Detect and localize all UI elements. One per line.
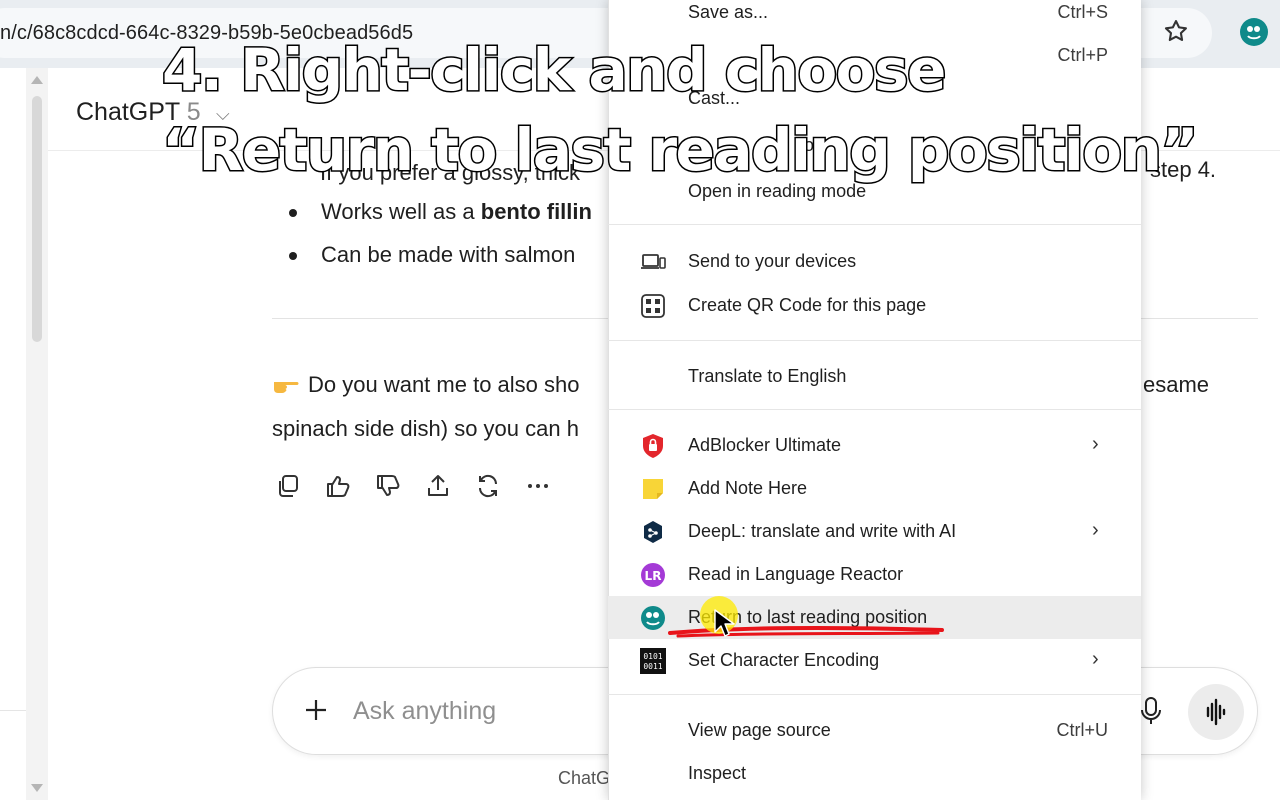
message-input[interactable]: Ask anything: [353, 697, 496, 726]
deepl-icon: [640, 519, 666, 545]
bullet-dot: [289, 209, 297, 217]
menu-item-label: DeepL: translate and write with AI: [688, 521, 957, 541]
pointing-hand-icon: [274, 382, 299, 393]
devices-icon: [640, 249, 666, 275]
menu-item-qr-code[interactable]: Create QR Code for this page: [608, 284, 1141, 327]
thumbs-down-icon[interactable]: [372, 470, 403, 502]
menu-item-label: Open in reading mode: [688, 181, 867, 201]
footer-disclaimer: ChatG: [558, 768, 611, 788]
star-icon[interactable]: [1162, 17, 1190, 45]
menu-item-send-to-devices[interactable]: Send to your devices: [608, 240, 1141, 283]
chevron-right-icon: ›: [1092, 648, 1099, 670]
menu-item-character-encoding[interactable]: 0101 0011 Set Character Encoding ›: [608, 639, 1141, 682]
binary-icon: 0101 0011: [640, 648, 666, 674]
paragraph-text: Do you want me to also sho: [308, 372, 580, 397]
menu-item-label: Set Character Encoding: [688, 650, 880, 670]
sidebar-divider: [0, 710, 26, 711]
extension-icon[interactable]: [1240, 18, 1268, 46]
assistant-paragraph: Do you want me to also sho: [272, 372, 579, 398]
menu-item-label: Read in Language Reactor: [688, 564, 904, 584]
copy-icon[interactable]: [272, 470, 303, 502]
menu-item-label: Send to your devices: [688, 251, 857, 271]
instruction-title-line1: 4. Right-click and choose: [161, 35, 948, 106]
menu-item-view-source[interactable]: View page source Ctrl+U: [608, 709, 1141, 752]
menu-item-language-reactor[interactable]: LR Read in Language Reactor: [608, 553, 1141, 596]
menu-item-label: AdBlocker Ultimate: [688, 435, 842, 455]
list-item-text: Can be made with salmon: [321, 242, 576, 267]
menu-item-label: Inspect: [688, 763, 747, 783]
menu-item-label: Add Note Here: [688, 478, 808, 498]
menu-item-shortcut: Ctrl+P: [1057, 45, 1108, 65]
svg-text:LR: LR: [645, 569, 662, 583]
menu-item-add-note[interactable]: Add Note Here: [608, 467, 1141, 510]
menu-separator: [608, 340, 1141, 341]
scroll-down-arrow-icon[interactable]: [31, 784, 43, 792]
message-actions: [272, 470, 553, 504]
instruction-title-line2: “Return to last reading position”: [160, 115, 1200, 186]
mouse-cursor-icon: [714, 609, 735, 637]
menu-separator: [608, 224, 1141, 225]
adblocker-icon: [640, 433, 666, 459]
paragraph-text-tail: esame: [1143, 372, 1210, 397]
menu-item-label: Create QR Code for this page: [688, 295, 927, 315]
scroll-up-arrow-icon[interactable]: [31, 76, 43, 84]
menu-item-label: View page source: [688, 720, 831, 740]
voice-mode-button[interactable]: [1188, 684, 1244, 740]
chevron-right-icon: ›: [1092, 519, 1099, 541]
reading-position-icon: [640, 605, 666, 631]
menu-item-shortcut: Ctrl+S: [1057, 2, 1108, 22]
list-item: Works well as a bento fillin: [289, 199, 592, 225]
chevron-right-icon: ›: [1092, 433, 1099, 455]
svg-text:0011: 0011: [643, 662, 662, 671]
paragraph-text-line2: spinach side dish) so you can h: [272, 416, 579, 441]
menu-item-adblocker[interactable]: AdBlocker Ultimate ›: [608, 424, 1141, 467]
sticky-note-icon: [640, 476, 666, 502]
microphone-icon[interactable]: [1138, 696, 1164, 726]
menu-separator: [608, 409, 1141, 410]
menu-item-translate[interactable]: Translate to English: [608, 355, 1141, 398]
regenerate-icon[interactable]: [472, 470, 503, 502]
share-icon[interactable]: [422, 470, 453, 502]
language-reactor-icon: LR: [640, 562, 666, 588]
list-item-bold: bento fillin: [480, 199, 592, 224]
menu-item-shortcut: Ctrl+U: [1056, 720, 1108, 740]
menu-item-label: Translate to English: [688, 366, 847, 386]
waveform-icon: [1206, 698, 1226, 726]
list-item-text: Works well as a: [321, 199, 481, 224]
menu-item-deepl[interactable]: DeepL: translate and write with AI ›: [608, 510, 1141, 553]
scrollbar-thumb[interactable]: [32, 96, 42, 342]
menu-item-inspect[interactable]: Inspect: [608, 752, 1141, 795]
more-icon[interactable]: [522, 470, 553, 502]
menu-separator: [608, 694, 1141, 695]
bullet-dot: [289, 252, 297, 260]
svg-text:0101: 0101: [643, 652, 662, 661]
thumbs-up-icon[interactable]: [322, 470, 353, 502]
list-item: Can be made with salmon: [289, 242, 576, 268]
plus-icon[interactable]: [302, 696, 330, 724]
qr-code-icon: [640, 293, 666, 319]
menu-item-save-as[interactable]: Save as... Ctrl+S: [608, 0, 1141, 34]
page-scrollbar[interactable]: [26, 68, 48, 800]
menu-item-label: Save as...: [688, 2, 769, 22]
